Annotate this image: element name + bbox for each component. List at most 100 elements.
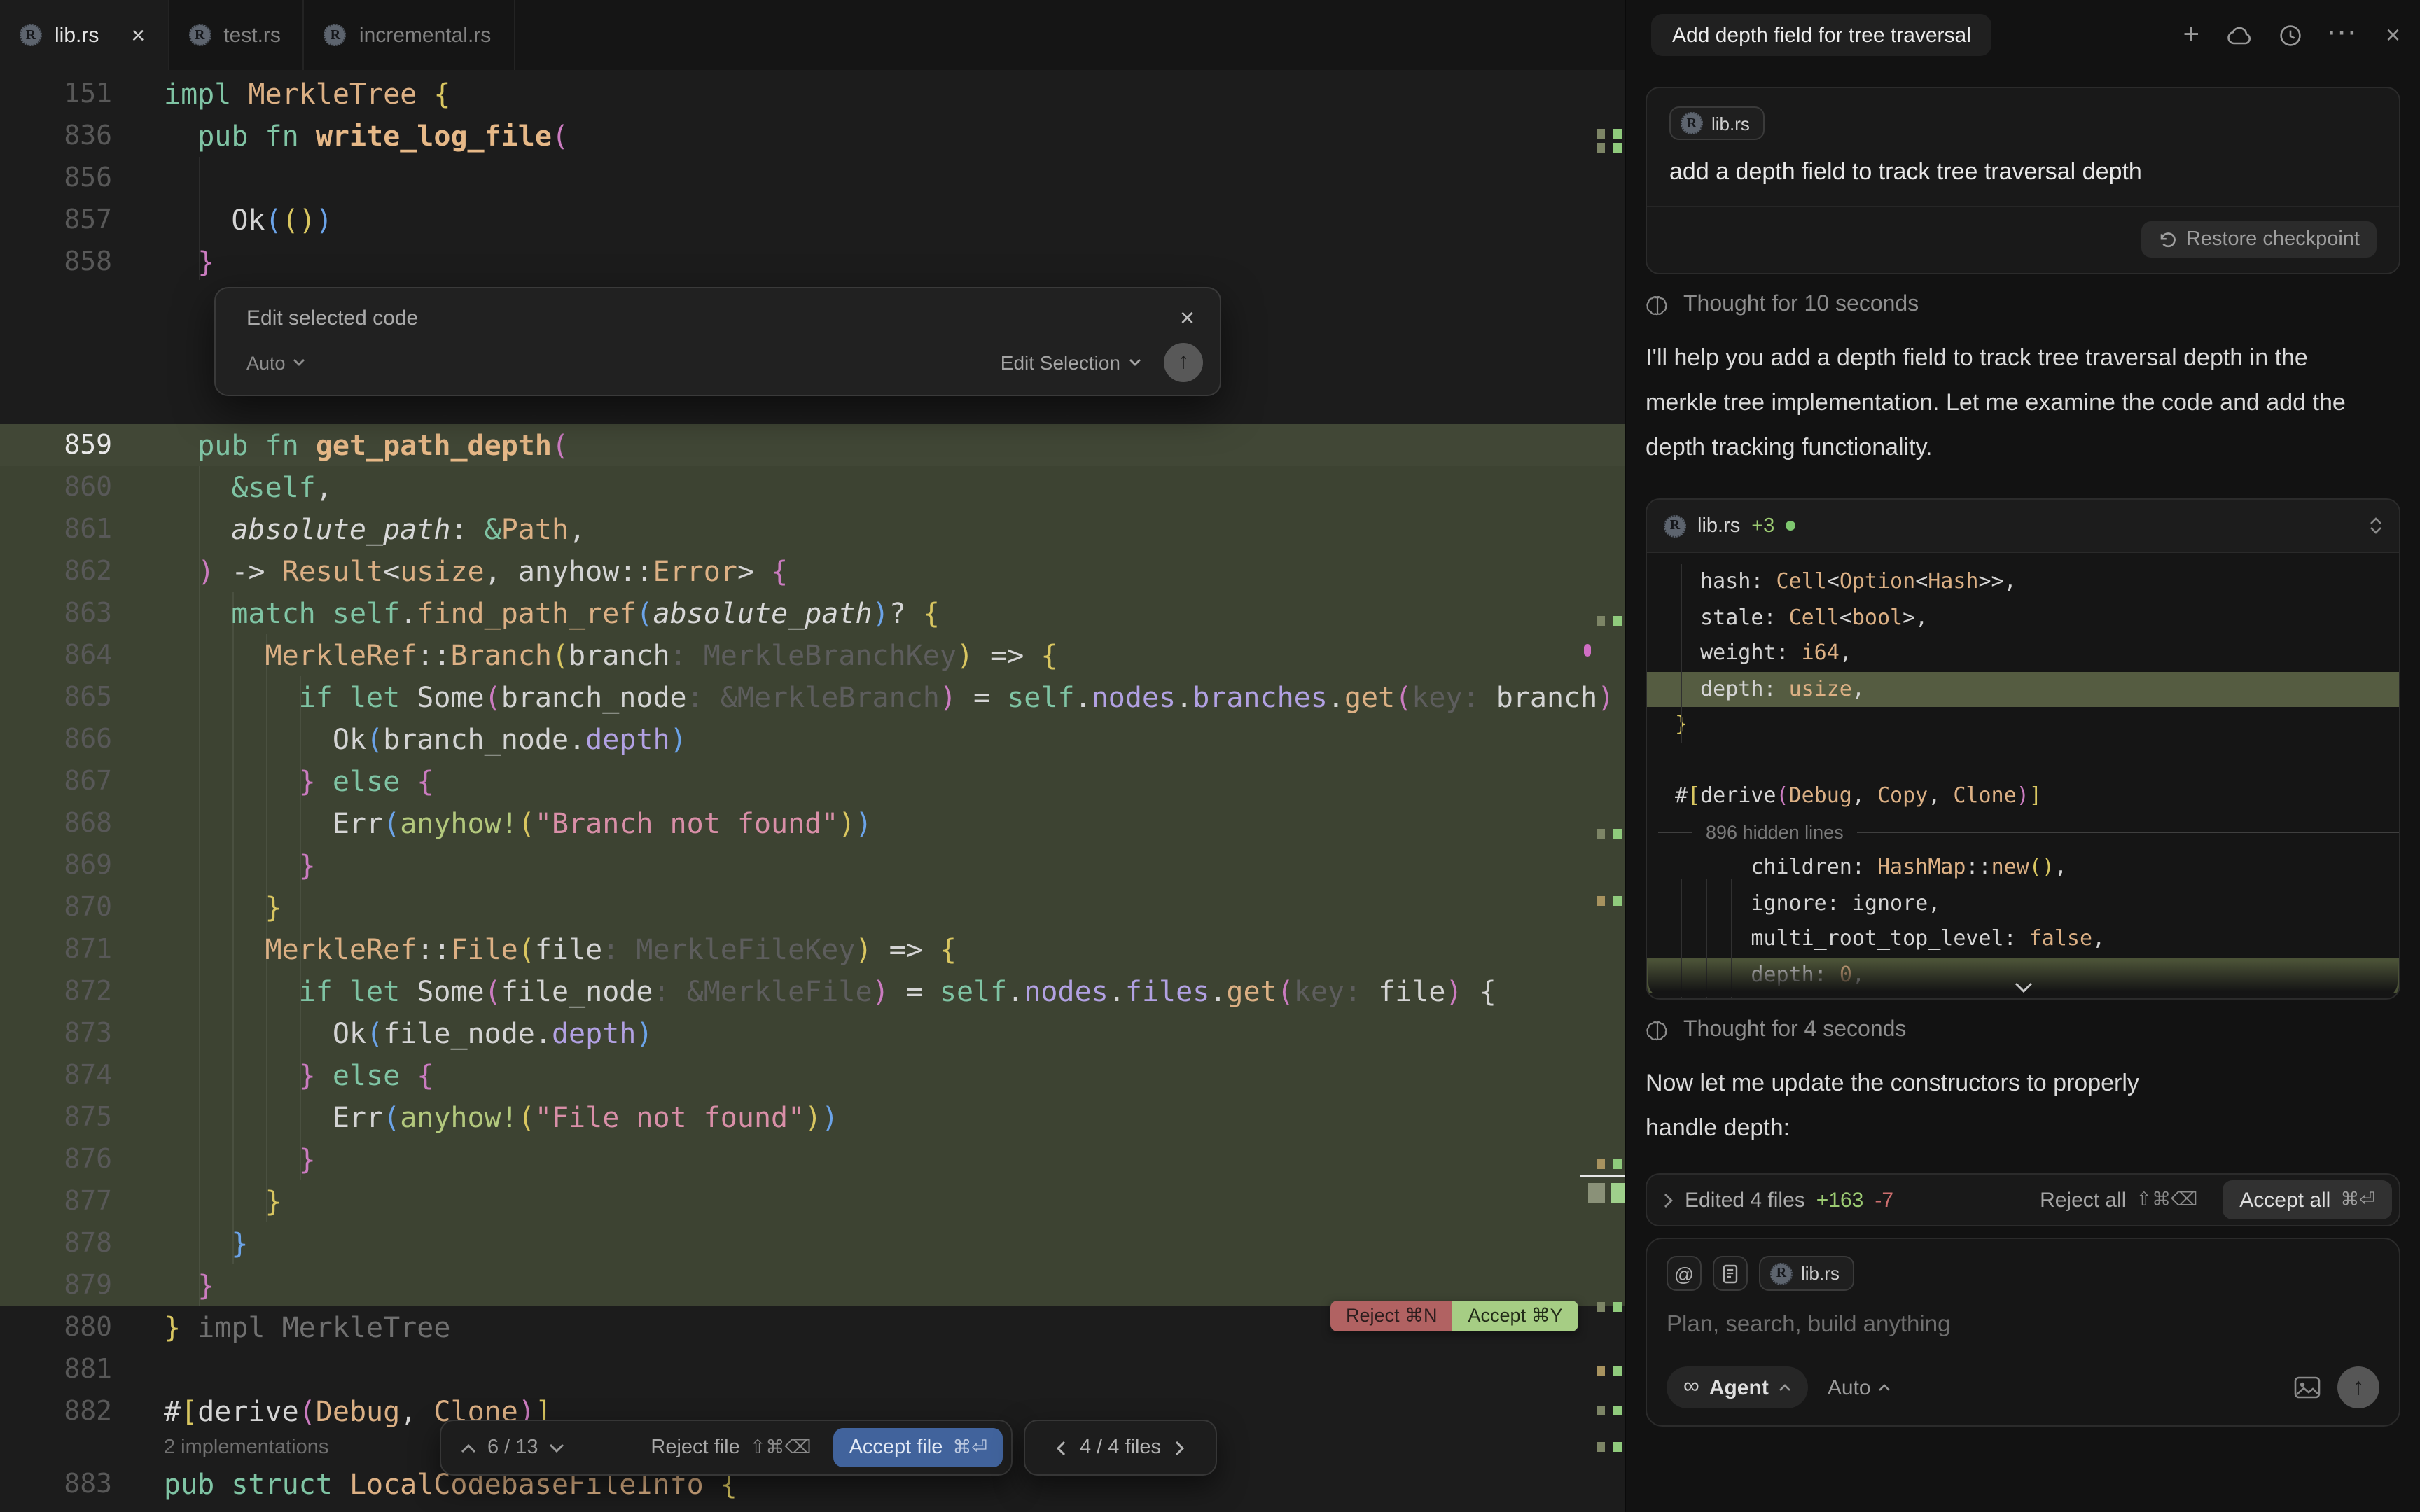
code-line[interactable]: 879 } <box>0 1264 1625 1306</box>
code-line[interactable]: 857 Ok(()) <box>0 199 1625 241</box>
code-block-top: 151impl MerkleTree {836 pub fn write_log… <box>0 73 1625 283</box>
diff-code: hash: Cell<Option<Hash>>, stale: Cell<bo… <box>1647 553 2399 993</box>
chevron-left-icon[interactable] <box>1056 1440 1066 1455</box>
code-line[interactable]: 873 Ok(file_node.depth) <box>0 1012 1625 1054</box>
code-line[interactable]: 863 match self.find_path_ref(absolute_pa… <box>0 592 1625 634</box>
code-line[interactable]: 862 ) -> Result<usize, anyhow::Error> { <box>0 550 1625 592</box>
submit-edit-button[interactable]: ↑ <box>1164 343 1203 382</box>
chevron-right-icon[interactable] <box>1175 1440 1185 1455</box>
code-line[interactable]: 875 Err(anyhow!("File not found")) <box>0 1096 1625 1138</box>
close-icon[interactable]: × <box>1180 304 1195 333</box>
assistant-text: I'll help you add a depth field to track… <box>1646 336 2353 470</box>
model-selector[interactable]: Auto <box>246 352 305 373</box>
line-number: 883 <box>0 1463 112 1505</box>
edited-files-bar: Edited 4 files +163 -7 Reject all ⇧⌘⌫ Ac… <box>1646 1173 2400 1226</box>
code-line[interactable]: 865 if let Some(branch_node: &MerkleBran… <box>0 676 1625 718</box>
line-number: 863 <box>0 592 112 634</box>
chevron-up-icon[interactable] <box>461 1443 476 1452</box>
thought-row[interactable]: Thought for 10 seconds <box>1646 293 2400 318</box>
diff-card-header[interactable]: R lib.rs +3 <box>1647 500 2399 553</box>
accept-file-button[interactable]: Accept file ⌘⏎ <box>834 1428 1003 1467</box>
close-panel-icon[interactable]: × <box>2386 20 2400 50</box>
code-line[interactable]: 872 if let Some(file_node: &MerkleFile) … <box>0 970 1625 1012</box>
code-line[interactable]: 877 } <box>0 1180 1625 1222</box>
code-line[interactable]: 881 <box>0 1348 1625 1390</box>
code-line[interactable]: 876 } <box>0 1138 1625 1180</box>
diff-mark <box>1597 129 1605 139</box>
code-line[interactable]: 869 } <box>0 844 1625 886</box>
more-options-icon[interactable]: ··· <box>2328 22 2359 48</box>
chevron-up-icon <box>1878 1383 1891 1392</box>
file-context-chip[interactable]: R lib.rs <box>1759 1256 1855 1291</box>
diff-mark <box>1613 1406 1622 1415</box>
chevron-down-icon[interactable] <box>550 1443 565 1452</box>
code-line[interactable]: 871 MerkleRef::File(file: MerkleFileKey)… <box>0 928 1625 970</box>
edit-selection-dropdown[interactable]: Edit Selection ↑ <box>1001 343 1203 382</box>
tab-incremental.rs[interactable]: Rincremental.rs <box>305 0 515 70</box>
code-editor[interactable]: Rlib.rs × Rtest.rsRincremental.rs 151impl … <box>0 0 1625 1512</box>
rust-file-icon: R <box>1664 514 1686 537</box>
line-number <box>0 1432 112 1463</box>
line-number: 871 <box>0 928 112 970</box>
code-line[interactable]: 861 absolute_path: &Path, <box>0 508 1625 550</box>
code-line[interactable]: 867 } else { <box>0 760 1625 802</box>
line-number: 856 <box>0 157 112 199</box>
diff-mark <box>1588 1183 1605 1203</box>
scroll-marker <box>1580 1175 1625 1177</box>
new-thread-icon[interactable]: + <box>2183 19 2199 51</box>
hunk-position: 6 / 13 <box>487 1436 538 1459</box>
model-selector[interactable]: Auto <box>1828 1376 1891 1399</box>
tab-lib.rs[interactable]: Rlib.rs × <box>0 0 169 70</box>
diff-mark <box>1597 896 1605 906</box>
file-context-chip[interactable]: R lib.rs <box>1669 106 1765 140</box>
chevron-right-icon[interactable] <box>1664 1192 1674 1208</box>
history-icon[interactable] <box>2278 23 2302 47</box>
inline-review-chips: Reject ⌘N Accept ⌘Y <box>1330 1301 1578 1331</box>
accept-all-button[interactable]: Accept all ⌘⏎ <box>2223 1180 2392 1219</box>
tab-label: lib.rs <box>55 23 99 47</box>
code-line[interactable]: 856 <box>0 157 1625 199</box>
tab-test.rs[interactable]: Rtest.rs <box>169 0 305 70</box>
brain-icon <box>1646 295 1669 316</box>
thread-title[interactable]: Add depth field for tree traversal <box>1651 14 1992 56</box>
code-line[interactable]: 870 } <box>0 886 1625 928</box>
close-tab-icon[interactable]: × <box>131 23 145 47</box>
composer-placeholder[interactable]: Plan, search, build anything <box>1667 1312 2379 1338</box>
reject-all-button[interactable]: Reject all ⇧⌘⌫ <box>2040 1188 2197 1212</box>
diff-code-card: R lib.rs +3 hash: Cell<Option<Hash>>, st… <box>1646 498 2400 1000</box>
scroll-down-icon[interactable] <box>2013 981 2033 994</box>
diff-mark <box>1613 129 1622 139</box>
cloud-icon[interactable] <box>2226 26 2251 44</box>
edited-files-label[interactable]: Edited 4 files <box>1685 1188 1805 1212</box>
rust-file-icon: R <box>20 24 42 46</box>
code-line[interactable]: 868 Err(anyhow!("Branch not found")) <box>0 802 1625 844</box>
agent-mode-selector[interactable]: ∞ Agent <box>1667 1366 1808 1408</box>
reject-file-button[interactable]: Reject file ⇧⌘⌫ <box>651 1436 811 1459</box>
message-composer[interactable]: @ R lib.rs Plan, search, build anything … <box>1646 1238 2400 1427</box>
code-line[interactable]: 866 Ok(branch_node.depth) <box>0 718 1625 760</box>
indent-guide <box>232 592 234 1264</box>
expand-icon[interactable] <box>2370 517 2382 535</box>
assistant-text: Now let me update the constructors to pr… <box>1646 1061 2206 1151</box>
code-line[interactable]: 859 pub fn get_path_depth( <box>0 424 1625 466</box>
added-count: +163 <box>1816 1188 1864 1212</box>
send-button[interactable]: ↑ <box>2337 1366 2379 1408</box>
hidden-lines-divider[interactable]: 896 hidden lines <box>1647 814 2399 850</box>
accept-hunk-button[interactable]: Accept ⌘Y <box>1453 1301 1578 1331</box>
code-line[interactable]: 878 } <box>0 1222 1625 1264</box>
indent-guide <box>300 676 301 1180</box>
diff-mark <box>1611 1183 1625 1203</box>
mention-button[interactable]: @ <box>1667 1256 1702 1291</box>
code-line[interactable]: 151impl MerkleTree { <box>0 73 1625 115</box>
reject-hunk-button[interactable]: Reject ⌘N <box>1330 1301 1453 1331</box>
rules-button[interactable] <box>1713 1256 1748 1291</box>
code-line[interactable]: 858 } <box>0 241 1625 283</box>
attach-image-icon[interactable] <box>2294 1376 2321 1399</box>
tab-label: test.rs <box>223 23 281 47</box>
code-line[interactable]: 860 &self, <box>0 466 1625 508</box>
restore-checkpoint-button[interactable]: Restore checkpoint <box>2141 221 2377 258</box>
thought-row[interactable]: Thought for 4 seconds <box>1646 1018 2400 1043</box>
code-line[interactable]: 836 pub fn write_log_file( <box>0 115 1625 157</box>
code-line[interactable]: 874 } else { <box>0 1054 1625 1096</box>
code-line[interactable]: 864 MerkleRef::Branch(branch: MerkleBran… <box>0 634 1625 676</box>
